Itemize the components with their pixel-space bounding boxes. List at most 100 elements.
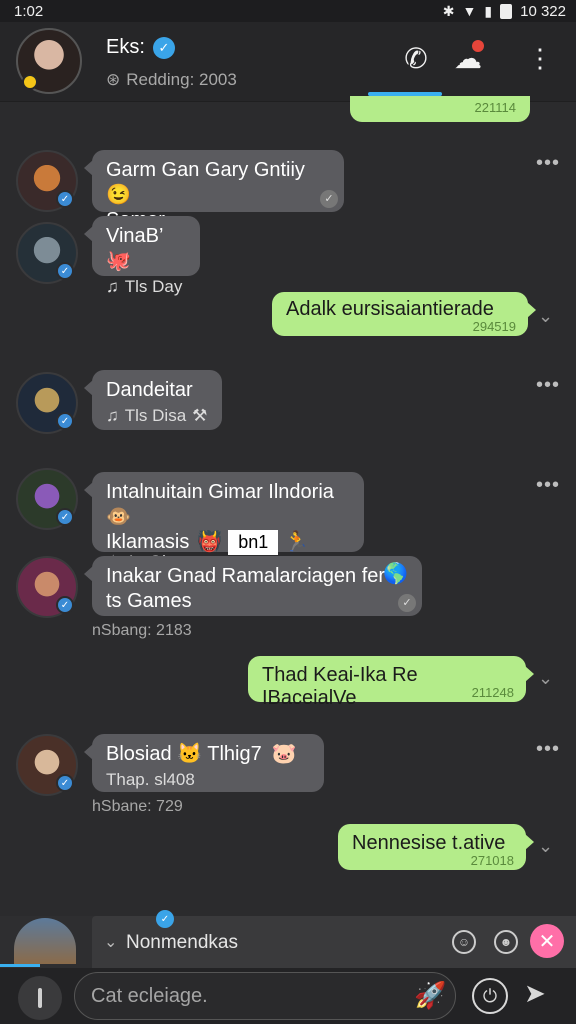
status-time: 1:02 bbox=[14, 2, 44, 20]
reply-indicator bbox=[0, 964, 40, 967]
hammer-icon: ⚒ bbox=[192, 406, 208, 425]
message-bubble-out[interactable]: Adalk eursisaiantierade 294519 bbox=[272, 292, 536, 336]
wifi-icon: ▼ bbox=[462, 3, 477, 19]
chevron-down-icon[interactable]: ⌄ bbox=[538, 306, 553, 327]
read-icon: ✓ bbox=[398, 594, 416, 612]
status-bar: 1:02 ✱ ▼ ▮ 10 322 bbox=[0, 0, 576, 22]
message-bubble-in[interactable]: Dandeitar ♫ Tls Disa ⚒ bbox=[84, 370, 222, 430]
avatar[interactable]: ✓ bbox=[16, 222, 78, 284]
avatar[interactable]: ✓ bbox=[16, 556, 78, 618]
video-call-button[interactable]: ☁ bbox=[448, 38, 488, 78]
verified-icon: ✓ bbox=[56, 508, 74, 526]
composer: 🚀 ⏻ ➤ bbox=[0, 968, 576, 1024]
message-bubble-in[interactable]: Blosiad 🐱 Tlhig7 🐷 Thap. sl408 bbox=[84, 734, 324, 792]
message-more-icon[interactable]: ••• bbox=[536, 738, 560, 761]
online-badge bbox=[22, 74, 38, 90]
message-text: Adalk eursisaiantierade bbox=[286, 298, 494, 320]
avatar[interactable]: ✓ bbox=[16, 372, 78, 434]
verified-icon: ✓ bbox=[56, 412, 74, 430]
figure-icon: 🏃 bbox=[284, 531, 310, 553]
reply-preview: ✓ ⌄ Nonmendkas ☺ ☻ ✕ bbox=[0, 910, 576, 968]
message-title: VinaB’ 🐙 bbox=[106, 225, 163, 272]
message-bubble-out[interactable]: Nennesise t.ative 271018 bbox=[338, 824, 534, 870]
message-meta: ♫ Tls Disa ⚒ bbox=[106, 403, 208, 428]
message-sub: Thap. sl408 bbox=[106, 770, 195, 789]
avatar[interactable]: ✓ bbox=[16, 468, 78, 530]
call-button[interactable]: ✆ bbox=[396, 38, 436, 78]
music-icon: ♫ bbox=[106, 277, 119, 296]
message-time: 294519 bbox=[472, 319, 516, 334]
message-bubble-in[interactable]: Intalnuitain Gimar Ilndoria 🐵 Iklamasis … bbox=[84, 472, 364, 571]
pig-icon: 🐷 bbox=[271, 743, 297, 765]
more-menu-button[interactable]: ⋮ bbox=[520, 38, 560, 78]
chevron-down-icon[interactable]: ⌄ bbox=[104, 932, 117, 952]
timestamp: hSbane: 729 bbox=[92, 798, 183, 815]
ring-icon: ⊛ bbox=[106, 70, 121, 89]
message-tag: bn1 bbox=[228, 530, 279, 555]
message-text: Garm Gan Gary Gntiiy 😉 bbox=[106, 159, 305, 206]
contact-name-row[interactable]: Eks: ✓ bbox=[106, 36, 175, 59]
phone-icon: ✆ bbox=[404, 42, 428, 74]
status-icons: ✱ ▼ ▮ 10 322 bbox=[443, 3, 566, 20]
message-more-icon[interactable]: ••• bbox=[536, 374, 560, 397]
contact-name: Eks: bbox=[106, 36, 145, 58]
contact-avatar[interactable] bbox=[16, 28, 82, 94]
verified-icon: ✓ bbox=[56, 596, 74, 614]
rocket-icon[interactable]: 🚀 bbox=[414, 980, 446, 1011]
verified-icon: ✓ bbox=[56, 190, 74, 208]
reply-box[interactable]: ✓ ⌄ Nonmendkas ☺ ☻ ✕ bbox=[92, 910, 576, 968]
message-sub: Tls Day bbox=[124, 277, 183, 296]
more-vertical-icon: ⋮ bbox=[527, 42, 553, 73]
message-time: 221114 bbox=[474, 100, 516, 115]
avatar bbox=[14, 918, 76, 964]
message-title: Dandeitar bbox=[106, 379, 193, 401]
music-icon: ♫ bbox=[106, 406, 119, 425]
signal-icon: ▮ bbox=[484, 2, 493, 19]
message-text: Inakar Gnad Ramalarciagen fer bbox=[106, 565, 386, 587]
message-more-icon[interactable]: ••• bbox=[536, 152, 560, 175]
message-title: Blosiad 🐱 Tlhig7 bbox=[106, 743, 262, 765]
avatar[interactable]: ✓ bbox=[16, 734, 78, 796]
verified-icon: ✓ bbox=[56, 774, 74, 792]
message-time: 211248 bbox=[471, 685, 514, 700]
chevron-down-icon[interactable]: ⌄ bbox=[538, 836, 553, 857]
globe-icon: 🌎 bbox=[383, 563, 408, 585]
sticker-icon[interactable]: ☻ bbox=[494, 930, 518, 954]
chat-messages[interactable]: 221114 ✓ Garm Gan Gary Gntiiy 😉 Samer ✓ … bbox=[0, 96, 576, 916]
battery-icon bbox=[500, 3, 513, 19]
devil-icon: 👹 bbox=[197, 531, 223, 553]
contact-status-row: ⊛ Redding: 2003 bbox=[106, 70, 237, 90]
attach-button[interactable] bbox=[18, 976, 62, 1020]
avatar[interactable]: ✓ bbox=[16, 150, 78, 212]
message-sub: Tls Disa bbox=[124, 406, 187, 425]
chat-header: Eks: ✓ ⊛ Redding: 2003 ✆ ☁ ⋮ bbox=[0, 22, 576, 102]
verified-icon: ✓ bbox=[56, 262, 74, 280]
contact-status: Redding: 2003 bbox=[126, 70, 237, 89]
attach-icon bbox=[38, 988, 42, 1008]
message-text: Nennesise t.ative bbox=[352, 832, 506, 854]
message-bubble-in[interactable]: VinaB’ 🐙 ♫ Tls Day bbox=[84, 216, 200, 296]
verified-icon: ✓ bbox=[152, 36, 175, 59]
message-bubble-in[interactable]: Inakar Gnad Ramalarciagen fer ts Games 🌎… bbox=[84, 556, 422, 616]
notification-dot bbox=[472, 40, 484, 52]
emoji-icon[interactable]: ☺ bbox=[452, 930, 476, 954]
timestamp: nSbang: 2183 bbox=[92, 622, 192, 639]
message-input[interactable] bbox=[74, 972, 456, 1020]
power-button[interactable]: ⏻ bbox=[472, 978, 508, 1014]
reply-text: Nonmendkas bbox=[126, 932, 238, 953]
message-text: Intalnuitain Gimar Ilndoria 🐵 bbox=[106, 481, 334, 528]
send-button[interactable]: ➤ bbox=[524, 978, 560, 1014]
read-icon: ✓ bbox=[320, 190, 338, 208]
message-meta: Thap. sl408 bbox=[106, 767, 310, 792]
message-bubble-out-partial[interactable]: 221114 bbox=[350, 96, 530, 122]
verified-icon: ✓ bbox=[156, 910, 174, 928]
message-line: Blosiad 🐱 Tlhig7 🐷 bbox=[106, 742, 310, 767]
bluetooth-icon: ✱ bbox=[442, 2, 455, 19]
chevron-down-icon[interactable]: ⌄ bbox=[538, 668, 553, 689]
message-more-icon[interactable]: ••• bbox=[536, 474, 560, 497]
status-right-text: 10 322 bbox=[520, 2, 566, 20]
message-bubble-out[interactable]: Thad Keai-Ika Re IBaceialVe 211248 bbox=[248, 656, 534, 709]
close-reply-button[interactable]: ✕ bbox=[530, 924, 564, 958]
message-time: 271018 bbox=[470, 853, 514, 868]
message-bubble-in[interactable]: Garm Gan Gary Gntiiy 😉 Samer ✓ bbox=[84, 150, 344, 231]
